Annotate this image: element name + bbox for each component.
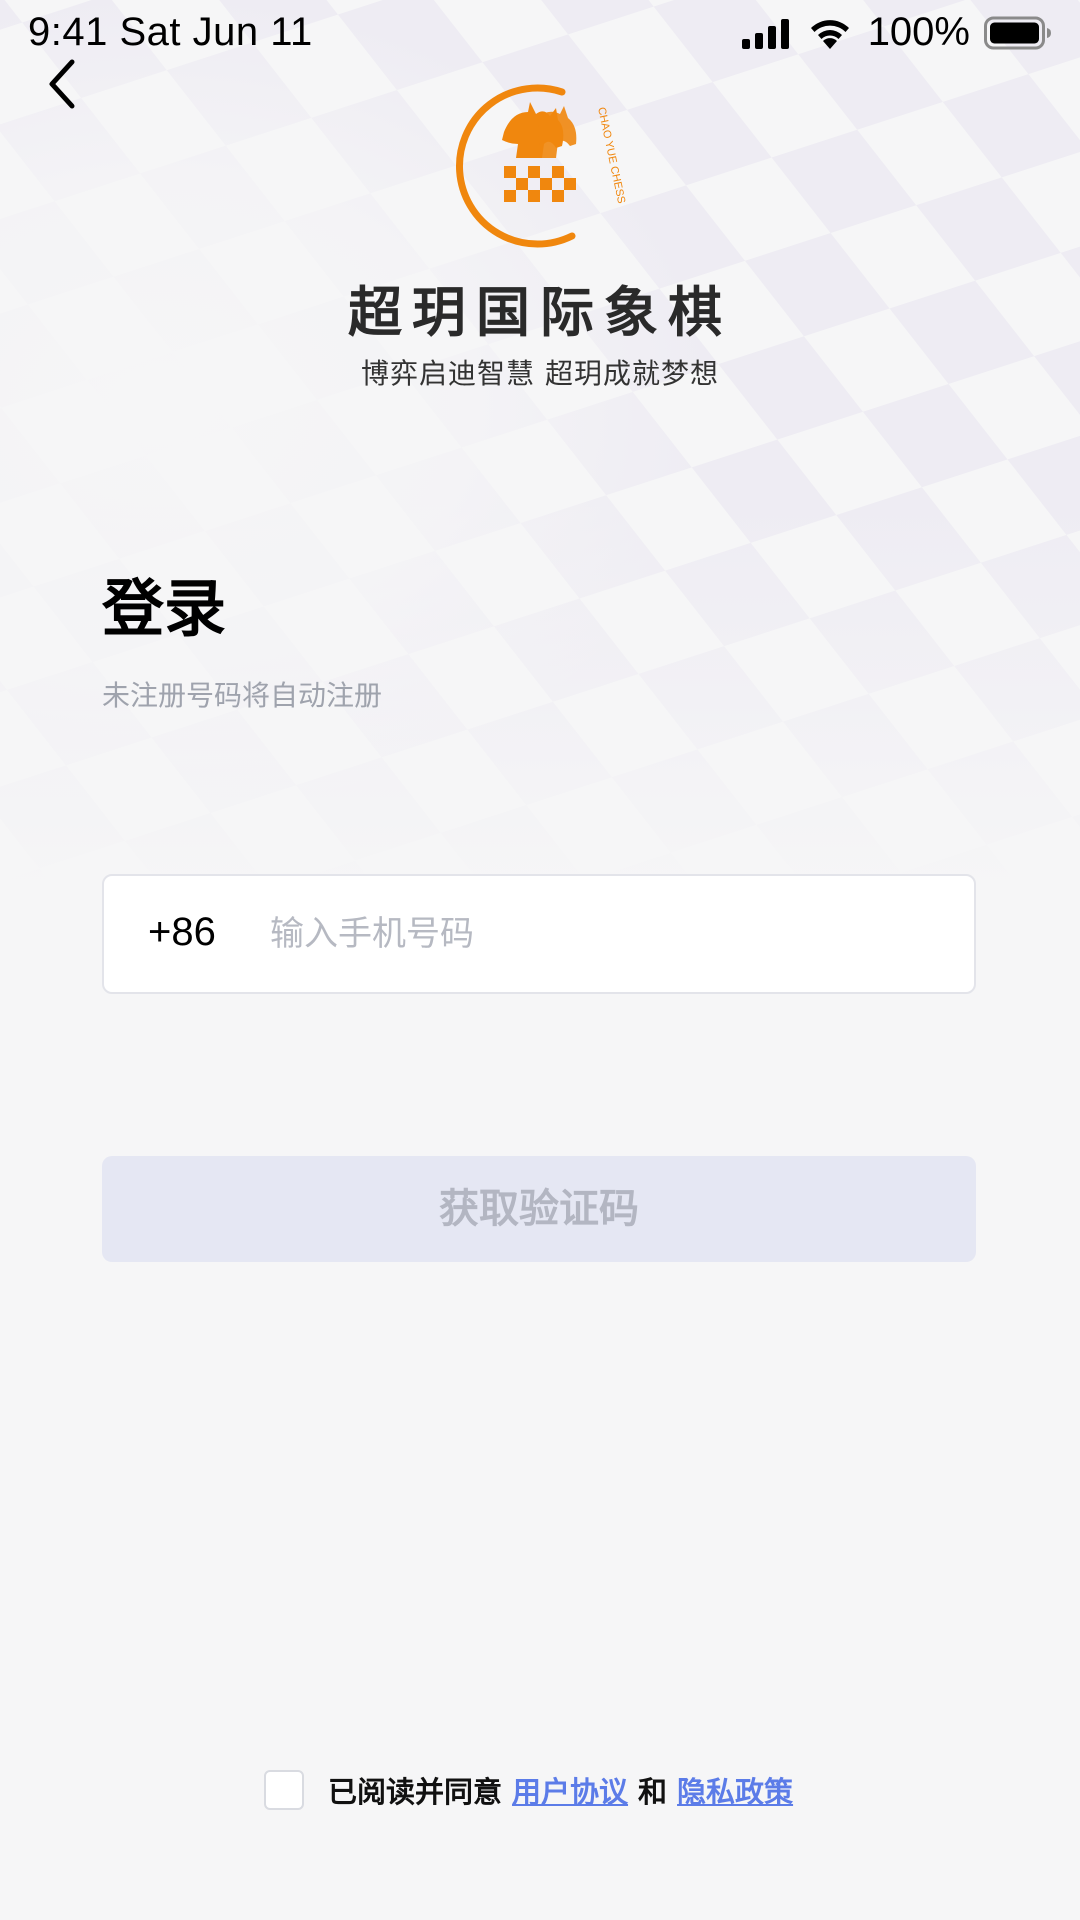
login-hint: 未注册号码将自动注册 — [102, 679, 383, 712]
chevron-left-icon — [49, 59, 75, 109]
status-bar: 9:41 Sat Jun 11 100% — [0, 0, 1080, 64]
status-indicators: 100% — [740, 10, 1052, 55]
agree-checkbox[interactable] — [264, 1770, 304, 1810]
cellular-signal-icon — [741, 18, 789, 49]
login-heading: 登录 — [102, 572, 227, 645]
get-code-button[interactable]: 获取验证码 — [102, 1156, 976, 1262]
chess-horse-logo: CHAO YUE CHESS — [456, 84, 627, 248]
logo-circle-text: CHAO YUE CHESS — [595, 106, 627, 205]
country-code[interactable]: +86 — [148, 910, 216, 955]
agreement-conjunction: 和 — [638, 1775, 668, 1809]
user-agreement-link[interactable]: 用户协议 — [512, 1769, 628, 1811]
back-button[interactable] — [38, 54, 88, 114]
brand-title: 超玥国际象棋 — [348, 281, 732, 344]
wifi-icon — [810, 19, 849, 49]
agreement-prefix: 已阅读并同意 — [328, 1775, 503, 1809]
battery-icon — [984, 16, 1051, 49]
phone-input[interactable] — [270, 896, 950, 972]
battery-percentage: 100% — [867, 10, 970, 54]
status-time: 9:41 Sat Jun 11 — [28, 10, 313, 54]
phone-field: +86 — [102, 874, 976, 994]
agreement-row: 已阅读并同意 用户协议 和 隐私政策 — [264, 1768, 803, 1812]
brand-slogan: 博弈启迪智慧 超玥成就梦想 — [361, 357, 719, 390]
privacy-policy-link[interactable]: 隐私政策 — [677, 1769, 793, 1811]
